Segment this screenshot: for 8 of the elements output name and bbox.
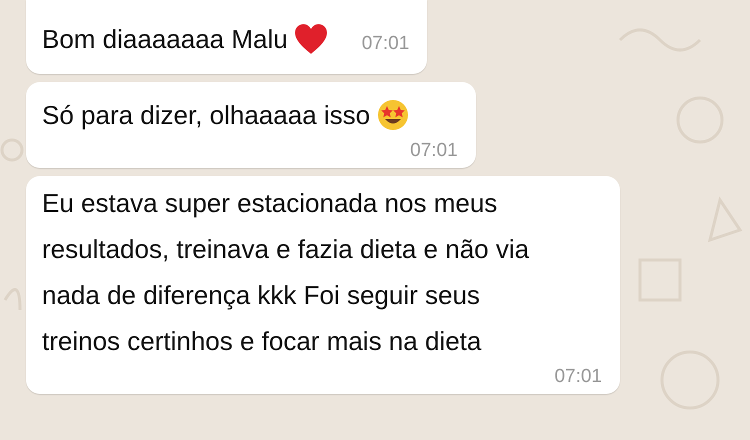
emoji-icon bbox=[376, 99, 410, 131]
message-text: Bom diaaaaaaa Malu bbox=[42, 23, 288, 56]
heart-icon bbox=[294, 23, 328, 55]
message-time: 07:01 bbox=[362, 33, 410, 55]
message-time: 07:01 bbox=[553, 366, 602, 388]
message-text: Eu estava super estacionada nos meus resultados, treinava e fazia dieta e não via nada de diferença kkk Foi seguir seus treinos certinhos e focar mais na dieta bbox=[42, 187, 530, 358]
message-text: Só para dizer, olhaaaaa isso bbox=[42, 99, 370, 132]
message-time: 07:01 bbox=[409, 140, 458, 162]
